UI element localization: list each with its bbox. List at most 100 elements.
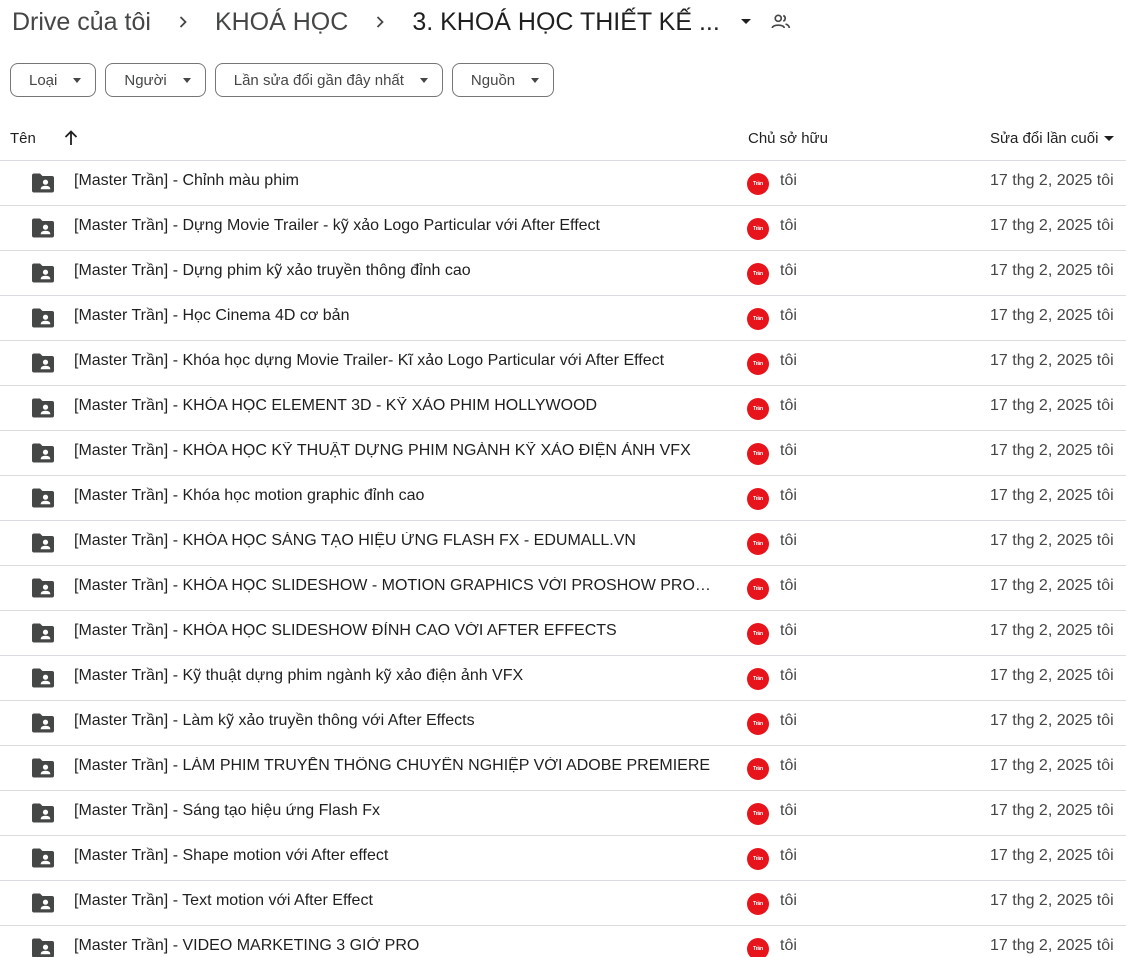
filter-source[interactable]: Nguồn [451, 63, 555, 97]
breadcrumb-root[interactable]: Drive của tôi [10, 8, 153, 37]
shared-folder-icon [31, 757, 55, 784]
table-row[interactable]: [Master Trần] - KHÓA HỌC SÁNG TẠO HIỆU Ứ… [0, 521, 1126, 566]
column-name[interactable]: Tên [10, 130, 36, 147]
shared-folder-icon [31, 622, 55, 649]
owner-avatar: Trần [747, 398, 769, 420]
table-row[interactable]: [Master Trần] - Học Cinema 4D cơ bản Trần… [0, 296, 1126, 341]
table-row[interactable]: [Master Trần] - KHÓA HỌC ELEMENT 3D - KỸ… [0, 386, 1126, 431]
shared-folder-icon [31, 712, 55, 739]
folder-name[interactable]: [Master Trần] - Chỉnh màu phim [74, 172, 719, 190]
owner-avatar: Trần [747, 533, 769, 555]
owner-avatar: Trần [747, 488, 769, 510]
column-owner[interactable]: Chủ sở hữu [748, 130, 828, 147]
filter-people[interactable]: Người [105, 63, 206, 97]
owner-name: tôi [780, 622, 797, 639]
avatar-text: Trần [753, 901, 763, 907]
folder-name[interactable]: [Master Trần] - KHÓA HỌC SLIDESHOW ĐỈNH … [74, 622, 719, 640]
filter-type[interactable]: Loại [10, 63, 97, 97]
modified-date: 17 thg 2, 2025 tôi [990, 262, 1114, 279]
table-row[interactable]: [Master Trần] - Sáng tạo hiệu ứng Flash … [0, 791, 1126, 836]
folder-name[interactable]: [Master Trần] - Khóa học motion graphic … [74, 487, 719, 505]
folder-name[interactable]: [Master Trần] - Làm kỹ xảo truyền thông … [74, 712, 719, 730]
owner-avatar: Trần [747, 578, 769, 600]
folder-name[interactable]: [Master Trần] - KHÓA HỌC KỸ THUẬT DỰNG P… [74, 442, 719, 460]
breadcrumb-parent[interactable]: KHOÁ HỌC [213, 8, 350, 37]
caret-down-icon[interactable] [740, 18, 752, 26]
caret-down-icon [1104, 136, 1115, 141]
folder-name[interactable]: [Master Trần] - KHÓA HỌC ELEMENT 3D - KỸ… [74, 397, 719, 415]
folder-name[interactable]: [Master Trần] - Dựng phim kỹ xảo truyền … [74, 262, 719, 280]
chevron-right-icon [153, 16, 213, 28]
folder-name[interactable]: [Master Trần] - Text motion với After Ef… [74, 892, 719, 910]
table-row[interactable]: [Master Trần] - KHÓA HỌC SLIDESHOW ĐỈNH … [0, 611, 1126, 656]
avatar-text: Trần [753, 766, 763, 772]
avatar-text: Trần [753, 676, 763, 682]
people-icon[interactable] [770, 11, 792, 33]
owner-avatar: Trần [747, 803, 769, 825]
owner-avatar: Trần [747, 308, 769, 330]
table-row[interactable]: [Master Trần] - Dựng phim kỹ xảo truyền … [0, 251, 1126, 296]
modified-date: 17 thg 2, 2025 tôi [990, 892, 1114, 909]
table-row[interactable]: [Master Trần] - Text motion với After Ef… [0, 881, 1126, 926]
modified-date: 17 thg 2, 2025 tôi [990, 802, 1114, 819]
folder-name[interactable]: [Master Trần] - Shape motion với After e… [74, 847, 719, 865]
table-row[interactable]: [Master Trần] - Kỹ thuật dựng phim ngành… [0, 656, 1126, 701]
avatar-text: Trần [753, 721, 763, 727]
filter-label: Loại [29, 71, 58, 89]
owner-name: tôi [780, 307, 797, 324]
folder-name[interactable]: [Master Trần] - VIDEO MARKETING 3 GIỜ PR… [74, 937, 719, 955]
caret-down-icon [419, 77, 428, 83]
owner-name: tôi [780, 532, 797, 549]
owner-avatar: Trần [747, 443, 769, 465]
owner-name: tôi [780, 352, 797, 369]
shared-folder-icon [31, 172, 55, 199]
table-row[interactable]: [Master Trần] - KHÓA HỌC KỸ THUẬT DỰNG P… [0, 431, 1126, 476]
arrow-up-icon[interactable] [63, 129, 79, 151]
caret-down-icon [531, 77, 540, 83]
folder-name[interactable]: [Master Trần] - Kỹ thuật dựng phim ngành… [74, 667, 719, 685]
owner-avatar: Trần [747, 623, 769, 645]
owner-name: tôi [780, 847, 797, 864]
table-row[interactable]: [Master Trần] - VIDEO MARKETING 3 GIỜ PR… [0, 926, 1126, 957]
shared-folder-icon [31, 937, 55, 957]
shared-folder-icon [31, 397, 55, 424]
folder-name[interactable]: [Master Trần] - KHÓA HỌC SÁNG TẠO HIỆU Ứ… [74, 532, 719, 550]
modified-date: 17 thg 2, 2025 tôi [990, 847, 1114, 864]
avatar-text: Trần [753, 586, 763, 592]
table-row[interactable]: [Master Trần] - Khóa học dựng Movie Trai… [0, 341, 1126, 386]
table-row[interactable]: [Master Trần] - LÀM PHIM TRUYỀN THÔNG CH… [0, 746, 1126, 791]
modified-date: 17 thg 2, 2025 tôi [990, 487, 1114, 504]
folder-name[interactable]: [Master Trần] - Khóa học dựng Movie Trai… [74, 352, 719, 370]
column-modified[interactable]: Sửa đổi lần cuối [990, 130, 1115, 147]
owner-avatar: Trần [747, 668, 769, 690]
column-modified-label: Sửa đổi lần cuối [990, 130, 1099, 147]
shared-folder-icon [31, 667, 55, 694]
table-row[interactable]: [Master Trần] - Khóa học motion graphic … [0, 476, 1126, 521]
owner-name: tôi [780, 172, 797, 189]
table-row[interactable]: [Master Trần] - Dựng Movie Trailer - kỹ … [0, 206, 1126, 251]
table-row[interactable]: [Master Trần] - Chỉnh màu phim Trần tôi 17 … [0, 161, 1126, 206]
avatar-text: Trần [753, 406, 763, 412]
shared-folder-icon [31, 487, 55, 514]
folder-name[interactable]: [Master Trần] - Học Cinema 4D cơ bản [74, 307, 719, 325]
avatar-text: Trần [753, 226, 763, 232]
shared-folder-icon [31, 802, 55, 829]
filter-bar: Loại Người Lần sửa đổi gần đây nhất Nguồ… [10, 63, 555, 97]
filter-modified[interactable]: Lần sửa đổi gần đây nhất [214, 63, 443, 97]
shared-folder-icon [31, 442, 55, 469]
breadcrumb-current[interactable]: 3. KHOÁ HỌC THIẾT KẾ ... [410, 8, 721, 37]
folder-name[interactable]: [Master Trần] - LÀM PHIM TRUYỀN THÔNG CH… [74, 757, 719, 775]
owner-name: tôi [780, 757, 797, 774]
folder-name[interactable]: [Master Trần] - Dựng Movie Trailer - kỹ … [74, 217, 719, 235]
table-row[interactable]: [Master Trần] - Làm kỹ xảo truyền thông … [0, 701, 1126, 746]
table-row[interactable]: [Master Trần] - KHÓA HỌC SLIDESHOW - MOT… [0, 566, 1126, 611]
table-row[interactable]: [Master Trần] - Shape motion với After e… [0, 836, 1126, 881]
owner-name: tôi [780, 487, 797, 504]
chevron-right-icon [350, 16, 410, 28]
modified-date: 17 thg 2, 2025 tôi [990, 352, 1114, 369]
owner-avatar: Trần [747, 893, 769, 915]
folder-name[interactable]: [Master Trần] - Sáng tạo hiệu ứng Flash … [74, 802, 719, 820]
modified-date: 17 thg 2, 2025 tôi [990, 622, 1114, 639]
modified-date: 17 thg 2, 2025 tôi [990, 577, 1114, 594]
folder-name[interactable]: [Master Trần] - KHÓA HỌC SLIDESHOW - MOT… [74, 577, 719, 595]
